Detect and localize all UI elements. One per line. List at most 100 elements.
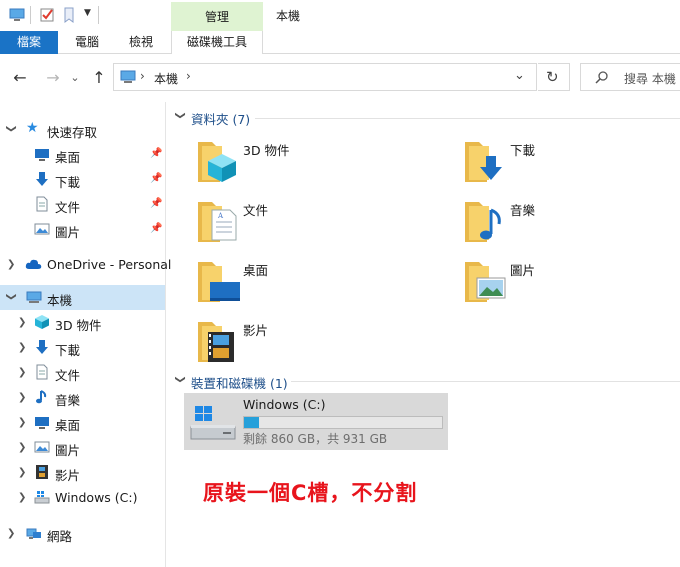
nav-item-documents[interactable]: ❯ 文件 [0,360,165,385]
folder-label: 下載 [510,143,536,158]
nav-item-3d-objects[interactable]: ❯ 3D 物件 [0,310,165,335]
expand-chevron-icon[interactable]: ❯ [18,492,28,503]
nav-item-documents[interactable]: 文件 📌 [0,192,165,217]
nav-label: Windows (C:) [55,490,138,505]
back-button[interactable]: ← [11,69,29,87]
nav-label: 影片 [55,468,81,483]
download-icon [36,340,48,354]
folder-item-videos[interactable]: 影片 [196,316,456,376]
folder-item-music[interactable]: 音樂 [463,196,680,256]
drive-icon [34,491,50,504]
drive-usage-bar [243,416,443,429]
window-title: 本機 [276,9,301,23]
collapse-group-chevron-icon[interactable]: ❯ [175,111,186,119]
nav-label: 下載 [55,343,81,358]
breadcrumb-separator[interactable]: › [186,69,191,83]
expand-chevron-icon[interactable]: ❯ [18,317,28,328]
separator [98,6,99,24]
nav-item-windows-drive[interactable]: ❯ Windows (C:) [0,485,165,510]
nav-item-downloads[interactable]: 下載 📌 [0,167,165,192]
up-button[interactable]: ↑ [90,69,108,87]
computer-icon [120,70,136,83]
nav-item-desktop[interactable]: 桌面 📌 [0,142,165,167]
new-folder-icon[interactable] [62,7,78,23]
tab-file[interactable]: 檔案 [0,31,58,54]
tab-view[interactable]: 檢視 [114,31,168,54]
drive-free-space: 剩餘 860 GB，共 931 GB [243,432,388,446]
expand-chevron-icon[interactable]: ❯ [6,293,17,303]
recent-locations-chevron-icon[interactable]: ⌄ [66,69,84,87]
nav-item-music[interactable]: ❯ 音樂 [0,385,165,410]
desktop-icon [35,417,49,429]
folder-item-downloads[interactable]: 下載 [463,136,680,196]
video-icon [36,465,48,479]
tab-drive-tools[interactable]: 磁碟機工具 [171,31,263,54]
3d-objects-folder-icon [198,142,236,182]
nav-item-videos[interactable]: ❯ 影片 [0,460,165,485]
desktop-folder-icon [198,262,240,302]
address-dropdown-icon[interactable]: ⌄ [514,68,525,83]
search-input[interactable]: 搜尋 本機 [580,63,680,91]
expand-chevron-icon[interactable]: ❯ [18,392,28,403]
desktop-icon [35,149,49,161]
breadcrumb[interactable]: 本機 [154,70,178,87]
cloud-icon [25,259,42,269]
nav-item-pictures[interactable]: 圖片 📌 [0,217,165,242]
separator [30,6,31,24]
pin-icon: 📌 [150,148,163,159]
nav-item-this-pc[interactable]: ❯ 本機 [0,285,165,310]
svg-text:A: A [217,212,224,220]
expand-chevron-icon[interactable]: ❯ [18,442,28,453]
expand-chevron-icon[interactable]: ❯ [7,528,17,539]
folders-group-header[interactable]: 資料夾 (7) [191,109,250,128]
expand-chevron-icon[interactable]: ❯ [18,467,28,478]
document-folder-icon: A [198,202,237,242]
address-bar[interactable]: › 本機 › ⌄ [113,63,537,91]
context-group-label: 管理 [204,10,229,24]
folder-label: 3D 物件 [243,143,290,158]
properties-icon[interactable] [39,7,55,23]
folder-item-desktop[interactable]: 桌面 [196,256,456,316]
nav-item-quick-access[interactable]: ❯ ★ 快速存取 [0,117,165,142]
refresh-icon: ↻ [546,68,559,86]
refresh-button[interactable]: ↻ [538,63,570,91]
nav-label: 快速存取 [47,125,98,140]
pin-icon: 📌 [150,198,163,209]
drive-name: Windows (C:) [243,397,326,412]
expand-chevron-icon[interactable]: ❯ [18,417,28,428]
expand-chevron-icon[interactable]: ❯ [7,259,17,270]
search-icon [595,71,608,84]
nav-item-onedrive[interactable]: ❯ OneDrive - Personal [0,252,171,277]
computer-icon [26,291,42,303]
picture-icon [34,441,50,453]
folder-label: 文件 [243,203,269,218]
nav-label: OneDrive - Personal [47,257,172,272]
nav-label: 網路 [47,529,73,544]
document-icon [36,196,48,212]
expand-chevron-icon[interactable]: ❯ [18,342,28,353]
tab-computer[interactable]: 電腦 [60,31,114,54]
3d-objects-icon [35,315,49,329]
breadcrumb-separator[interactable]: › [140,69,145,83]
nav-item-pictures[interactable]: ❯ 圖片 [0,435,165,460]
nav-item-downloads[interactable]: ❯ 下載 [0,335,165,360]
collapse-group-chevron-icon[interactable]: ❯ [175,375,186,383]
folder-label: 音樂 [510,203,536,218]
music-icon [36,390,47,404]
title-bar: ▼ 管理 本機 [0,0,680,54]
nav-item-network[interactable]: ❯ 網路 [0,521,165,546]
folder-label: 影片 [243,323,269,338]
pin-icon: 📌 [150,223,163,234]
expand-chevron-icon[interactable]: ❯ [18,367,28,378]
navigation-pane: ❯ ★ 快速存取 桌面 📌 下載 📌 文件 📌 圖片 📌 ❯ OneDrive … [0,102,171,567]
nav-item-desktop[interactable]: ❯ 桌面 [0,410,165,435]
forward-button[interactable]: → [44,69,62,87]
expand-chevron-icon[interactable]: ❯ [6,125,17,135]
customize-dropdown-icon[interactable]: ▼ [84,8,91,18]
nav-label: 桌面 [55,150,81,165]
folder-item-3d-objects[interactable]: 3D 物件 [196,136,456,196]
devices-group-header[interactable]: 裝置和磁碟機 (1) [191,373,288,392]
folder-item-documents[interactable]: A 文件 [196,196,456,256]
group-divider [291,381,680,382]
folder-item-pictures[interactable]: 圖片 [463,256,680,316]
